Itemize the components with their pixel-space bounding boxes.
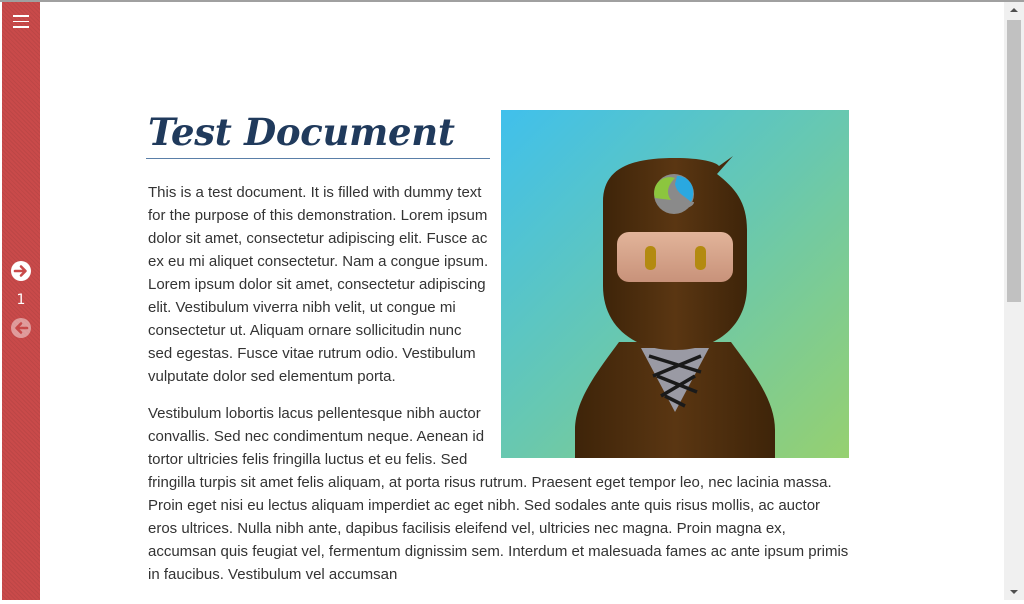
document-title: Test Document [146,102,490,159]
arrow-left-circle-icon [11,318,31,338]
scrollbar-thumb[interactable] [1007,20,1021,302]
scroll-down-button[interactable] [1004,583,1024,600]
scroll-up-button[interactable] [1004,2,1024,19]
ninja-mascot-image [501,110,849,458]
triangle-up-icon [1010,8,1018,12]
vertical-scrollbar[interactable] [1004,2,1024,600]
sidebar: 1 [2,2,40,600]
ninja-illustration [501,110,849,458]
next-page-button[interactable] [10,260,32,282]
page-number: 1 [16,292,26,308]
triangle-down-icon [1010,590,1018,594]
document-page: Test Document This is a test document. I… [40,2,1004,600]
document-content: Test Document This is a test document. I… [146,102,852,586]
menu-icon[interactable] [13,15,29,29]
previous-page-button[interactable] [10,317,32,339]
arrow-right-circle-icon [11,261,31,281]
